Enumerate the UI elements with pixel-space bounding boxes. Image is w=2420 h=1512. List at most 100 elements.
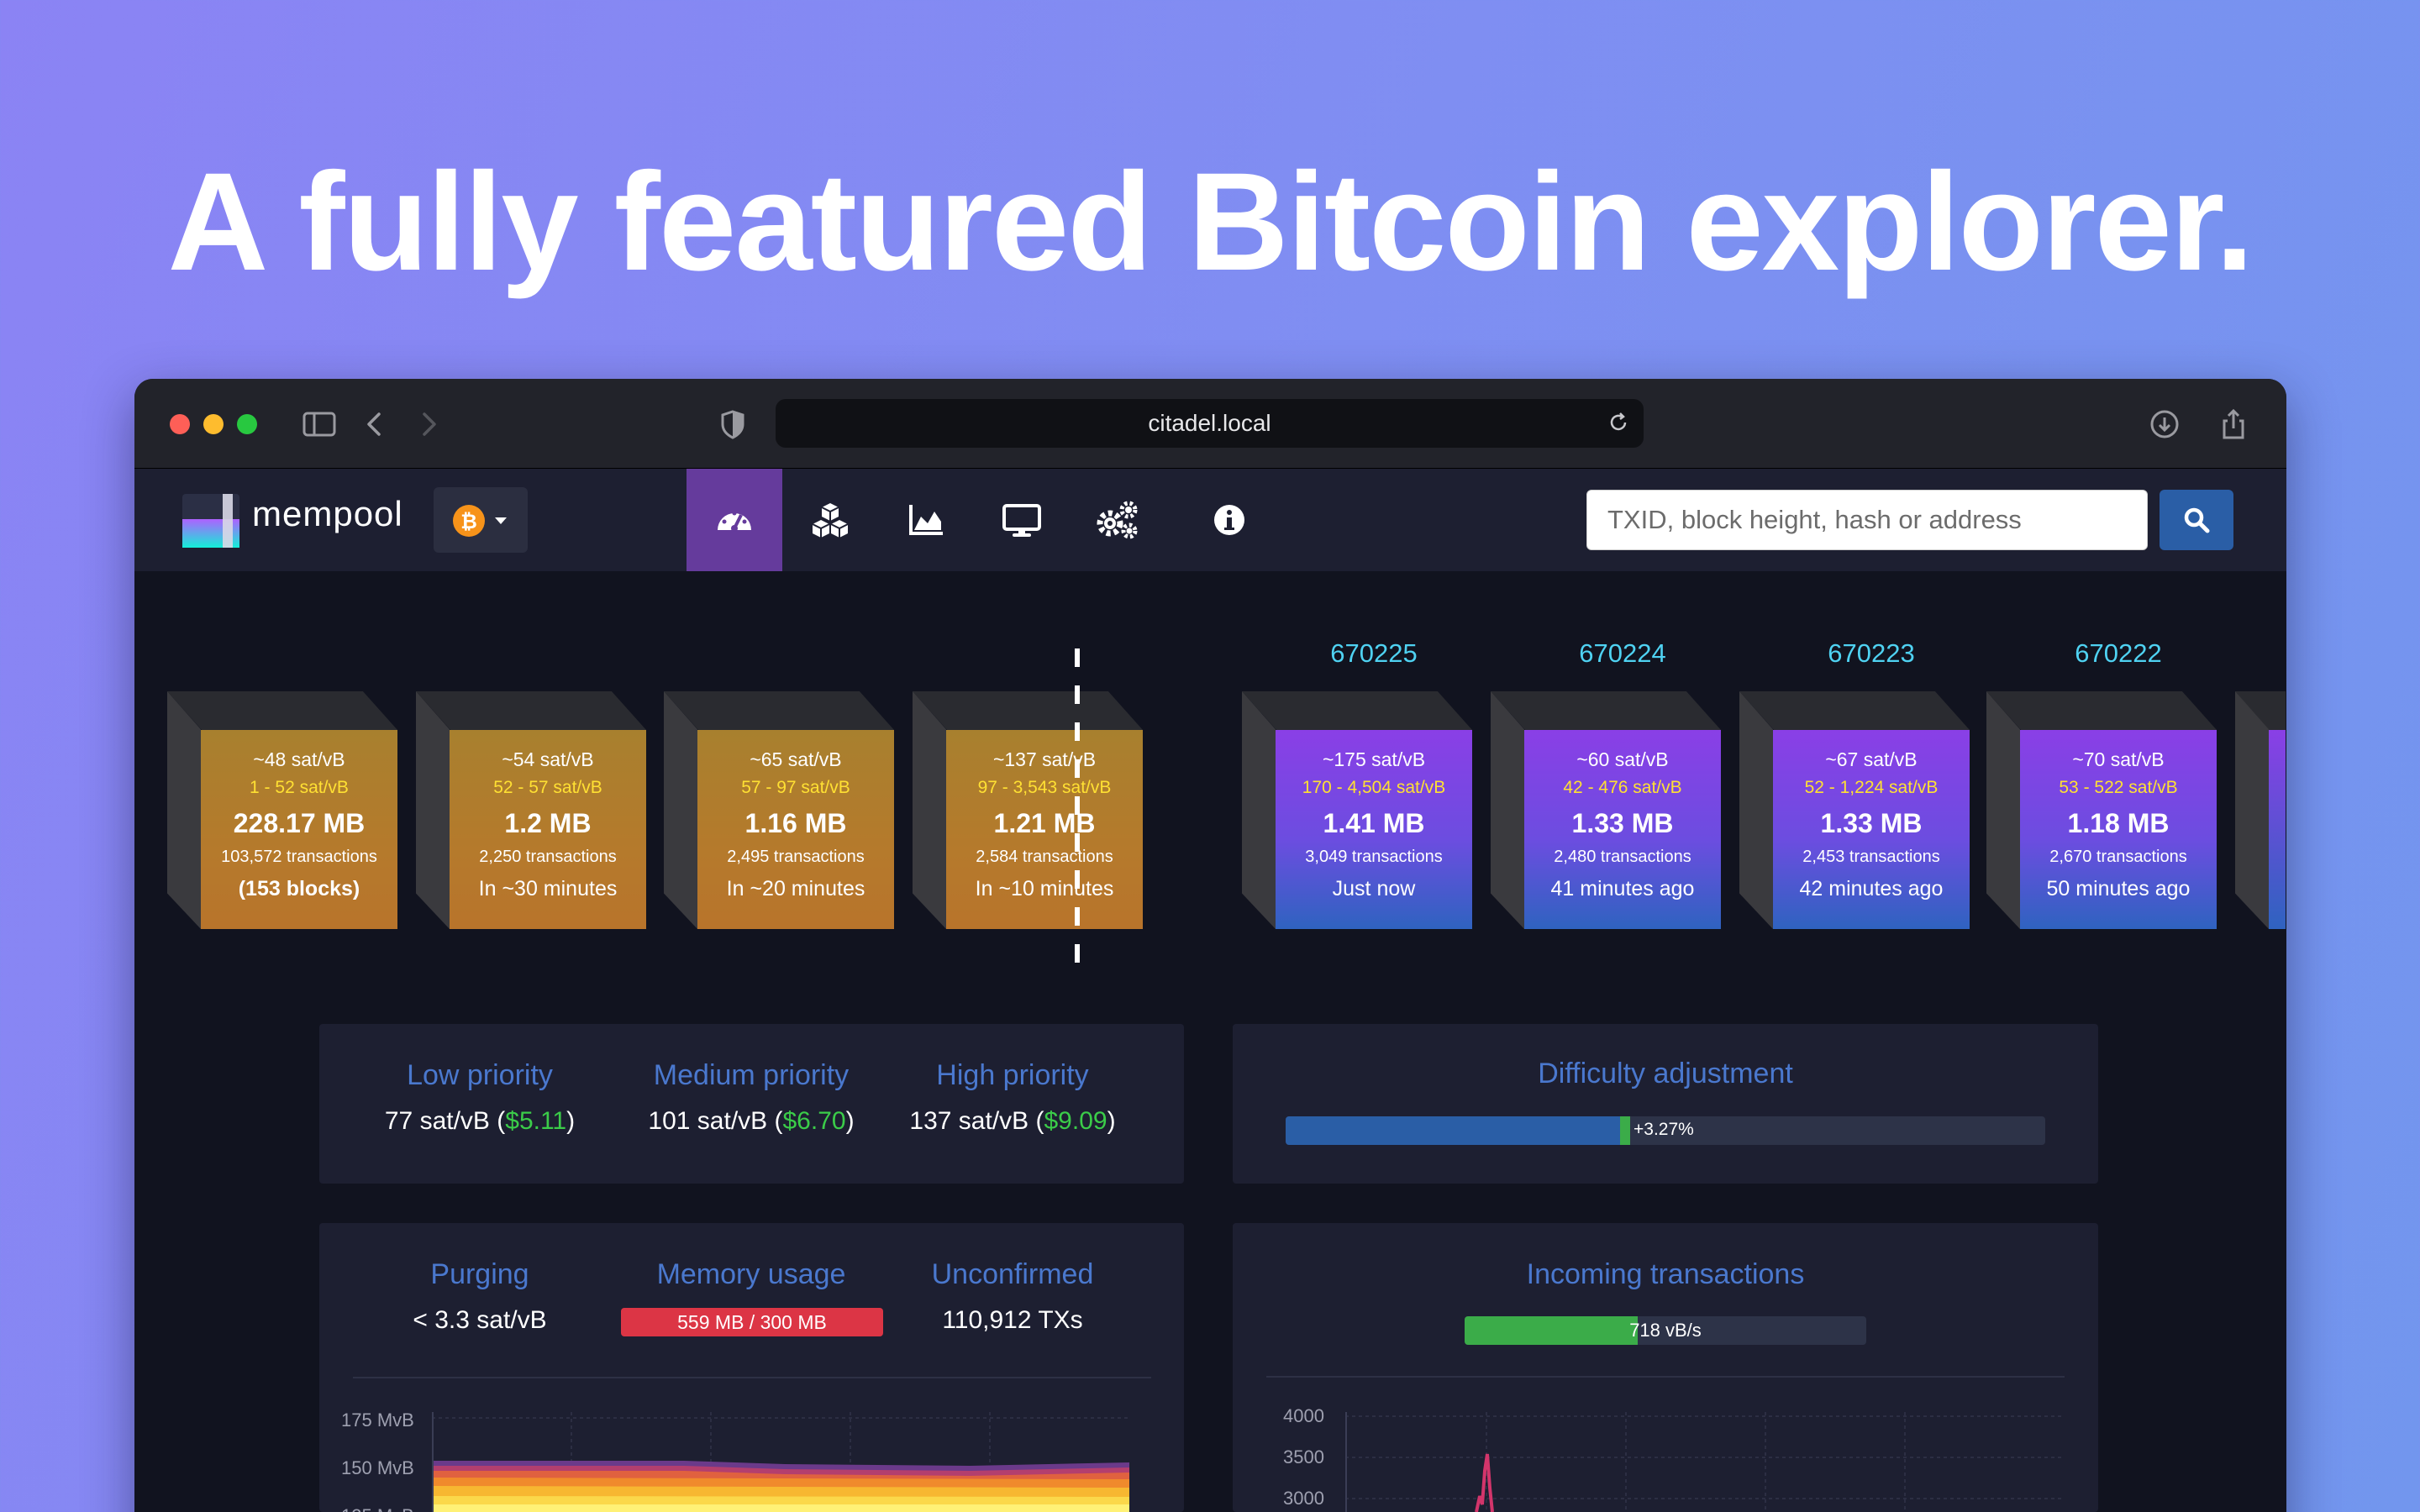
nav-blocks[interactable]	[782, 469, 878, 571]
block-tx-count: 2,584 transactions	[976, 848, 1113, 866]
block-top-face	[1491, 691, 1721, 730]
block-top-face	[1739, 691, 1970, 730]
nav-graphs[interactable]	[878, 469, 974, 571]
nav-about[interactable]	[1181, 469, 1277, 571]
reload-icon[interactable]	[1605, 409, 1632, 442]
block-top-face	[1242, 691, 1472, 730]
nav-settings[interactable]	[1070, 469, 1165, 571]
block-time: 50 minutes ago	[2046, 877, 2191, 900]
high-usd: $9.09	[1044, 1107, 1107, 1135]
block-tx-count: 2,453 transactions	[1802, 848, 1940, 866]
block-tx-count: 2,480 transactions	[1554, 848, 1691, 866]
difficulty-progress-fill	[1286, 1116, 1620, 1145]
sidebar-toggle-icon[interactable]	[299, 404, 339, 444]
block-height-link[interactable]: 670222	[2034, 638, 2202, 669]
panel-divider	[1266, 1376, 2065, 1378]
projected-block[interactable]: ~48 sat/vB 1 - 52 sat/vB 228.17 MB 103,572 …	[167, 691, 397, 929]
incoming-title: Incoming transactions	[1526, 1258, 1805, 1290]
incoming-tx-chart	[1345, 1412, 2065, 1512]
unconfirmed-label: Unconfirmed	[931, 1258, 1094, 1290]
mined-block[interactable]: ~70 sat/vB 53 - 522 sat/vB 1.18 MB 2,670 tr…	[1986, 691, 2217, 929]
minimize-window-button[interactable]	[203, 414, 224, 434]
block-time: 41 minutes ago	[1550, 877, 1695, 900]
projected-block[interactable]: ~54 sat/vB 52 - 57 sat/vB 1.2 MB 2,250 tran…	[416, 691, 646, 929]
new-tab-icon[interactable]	[2282, 404, 2286, 444]
medium-priority-label: Medium priority	[653, 1059, 850, 1091]
about-icon	[1214, 505, 1244, 535]
downloads-icon[interactable]	[2144, 404, 2185, 444]
mempool-chain-divider	[1075, 648, 1080, 970]
block-top-face	[1986, 691, 2217, 730]
app-logo-text[interactable]: mempool	[252, 494, 403, 534]
high-priority-label: High priority	[936, 1059, 1089, 1091]
url-text: citadel.local	[1148, 410, 1271, 436]
back-icon[interactable]	[355, 404, 395, 444]
block-size: 1.18 MB	[2067, 808, 2170, 838]
network-selector[interactable]: ₿	[434, 487, 528, 553]
page-headline: A fully featured Bitcoin explorer.	[167, 144, 2254, 300]
block-median-fee: ~60 sat/vB	[1576, 748, 1669, 770]
block-face	[2269, 730, 2286, 929]
purging-value: < 3.3 sat/vB	[413, 1306, 547, 1334]
medium-rate: 101 sat/vB (	[648, 1107, 783, 1135]
tv-icon	[1002, 504, 1041, 537]
svg-text:₿: ₿	[460, 511, 477, 533]
projected-block[interactable]: ~137 sat/vB 97 - 3,543 sat/vB 1.21 MB 2,584…	[913, 691, 1143, 929]
medium-usd: $6.70	[782, 1107, 846, 1135]
blocks-icon	[812, 503, 849, 538]
unconfirmed-stat: Unconfirmed 110,912 TXs	[908, 1258, 1118, 1335]
address-bar[interactable]: citadel.local	[776, 399, 1644, 448]
forward-icon[interactable]	[408, 404, 449, 444]
block-side-face	[1242, 691, 1276, 929]
nav-dashboard[interactable]	[687, 469, 782, 571]
mined-block[interactable]: ~175 sat/vB 170 - 4,504 sat/vB 1.41 MB 3,04…	[1242, 691, 1472, 929]
mined-block-partial[interactable]	[2235, 691, 2286, 929]
nav-tv[interactable]	[974, 469, 1070, 571]
block-time: In ~30 minutes	[478, 877, 618, 900]
block-median-fee: ~137 sat/vB	[992, 748, 1097, 770]
low-rate: 77 sat/vB (	[384, 1107, 506, 1135]
browser-titlebar: citadel.local	[134, 379, 2286, 469]
panel-divider	[353, 1377, 1151, 1378]
block-tx-count: 2,250 transactions	[479, 848, 617, 866]
block-side-face	[416, 691, 450, 929]
block-size: 1.41 MB	[1323, 808, 1425, 838]
block-face: ~175 sat/vB 170 - 4,504 sat/vB 1.41 MB 3,04…	[1276, 730, 1472, 929]
difficulty-progress-bar: +3.27%	[1286, 1116, 2045, 1145]
incoming-transactions-panel: Incoming transactions 718 vB/s 4000 3500…	[1233, 1223, 2098, 1512]
block-side-face	[1491, 691, 1524, 929]
block-size: 1.33 MB	[1820, 808, 1923, 838]
search-input[interactable]: TXID, block height, hash or address	[1586, 490, 2148, 550]
high-close: )	[1107, 1107, 1116, 1135]
y-tick: 3000	[1283, 1488, 1324, 1509]
mined-block[interactable]: ~67 sat/vB 52 - 1,224 sat/vB 1.33 MB 2,453 …	[1739, 691, 1970, 929]
block-height-link[interactable]: 670223	[1787, 638, 1955, 669]
search-button[interactable]	[2160, 490, 2233, 550]
y-tick: 175 MvB	[341, 1410, 414, 1431]
block-side-face	[1986, 691, 2020, 929]
mempool-logo-icon[interactable]	[182, 494, 239, 548]
difficulty-change-label: +3.27%	[1634, 1120, 1694, 1139]
block-tx-count: 2,495 transactions	[727, 848, 865, 866]
projected-block[interactable]: ~65 sat/vB 57 - 97 sat/vB 1.16 MB 2,495 tra…	[664, 691, 894, 929]
zoom-window-button[interactable]	[237, 414, 257, 434]
block-face: ~65 sat/vB 57 - 97 sat/vB 1.16 MB 2,495 tra…	[697, 730, 894, 929]
settings-icon	[1097, 501, 1138, 539]
share-icon[interactable]	[2213, 404, 2254, 444]
block-fee-range: 52 - 57 sat/vB	[493, 778, 602, 797]
block-time: In ~10 minutes	[975, 877, 1114, 900]
block-tx-count: 103,572 transactions	[221, 848, 377, 866]
block-top-face	[416, 691, 646, 730]
high-priority-fee: High priority 137 sat/vB ($9.09)	[899, 1059, 1126, 1136]
purging-label: Purging	[430, 1258, 529, 1290]
mined-block[interactable]: ~60 sat/vB 42 - 476 sat/vB 1.33 MB 2,480 tr…	[1491, 691, 1721, 929]
close-window-button[interactable]	[170, 414, 190, 434]
block-height-link[interactable]: 670225	[1290, 638, 1458, 669]
mempool-stats-panel: Purging < 3.3 sat/vB Memory usage 559 MB…	[319, 1223, 1184, 1512]
block-time: (153 blocks)	[238, 877, 360, 900]
fee-estimates-panel: Low priority 77 sat/vB ($5.11) Medium pr…	[319, 1024, 1184, 1184]
block-time: 42 minutes ago	[1799, 877, 1944, 900]
privacy-shield-icon[interactable]	[713, 404, 753, 444]
block-height-link[interactable]: 670224	[1539, 638, 1707, 669]
low-priority-fee: Low priority 77 sat/vB ($5.11)	[375, 1059, 585, 1136]
